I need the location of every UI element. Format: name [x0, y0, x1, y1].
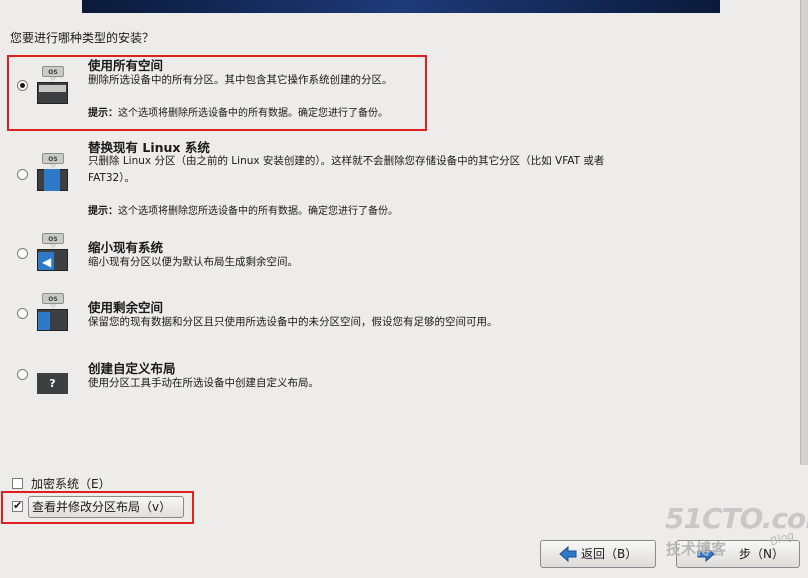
encrypt-label[interactable]: 加密系统（E） — [31, 475, 111, 492]
scrollbar[interactable] — [800, 0, 808, 465]
radio-custom-layout[interactable] — [17, 369, 28, 380]
radio-use-free-space[interactable] — [17, 308, 28, 319]
option-hint: 提示：这个选项将删除您所选设备中的所有数据。确定您进行了备份。 — [88, 206, 398, 217]
watermark-subtitle: 技术博客 — [666, 540, 727, 558]
os-disk-shrink-icon: OS ◀ — [36, 233, 70, 273]
radio-shrink-existing[interactable] — [17, 248, 28, 259]
option-desc: 使用分区工具手动在所选设备中创建自定义布局。 — [88, 377, 319, 389]
option-desc: 保留您的现有数据和分区且只使用所选设备中的未分区空间，假设您有足够的空间可用。 — [88, 316, 498, 328]
encrypt-checkbox[interactable] — [12, 478, 23, 489]
highlight-box-option — [7, 55, 427, 131]
option-desc: 只删除 Linux 分区（由之前的 Linux 安装创建的）。这样就不会删除您存… — [88, 155, 605, 184]
option-custom-layout[interactable]: ? 创建自定义布局 使用分区工具手动在所选设备中创建自定义布局。 — [0, 356, 795, 400]
radio-replace-linux[interactable] — [17, 169, 28, 180]
option-shrink-existing[interactable]: OS ◀ 缩小现有系统 缩小现有分区以便为默认布局生成剩余空间。 — [0, 233, 795, 279]
option-use-free-space[interactable]: OS 使用剩余空间 保留您的现有数据和分区且只使用所选设备中的未分区空间，假设您… — [0, 293, 795, 339]
arrow-left-icon — [559, 546, 577, 562]
os-disk-replace-icon: OS — [36, 153, 70, 193]
os-disk-free-space-icon: OS — [36, 293, 70, 333]
header-banner — [82, 0, 720, 13]
install-type-question: 您要进行哪种类型的安装？ — [10, 31, 155, 45]
option-desc: 缩小现有分区以便为默认布局生成剩余空间。 — [88, 256, 298, 268]
option-replace-linux[interactable]: OS 替换现有 Linux 系统 只删除 Linux 分区（由之前的 Linux… — [0, 135, 795, 217]
highlight-box-review — [1, 491, 194, 524]
custom-layout-icon: ? — [36, 354, 70, 394]
back-button[interactable]: 返回（B） — [540, 540, 656, 568]
